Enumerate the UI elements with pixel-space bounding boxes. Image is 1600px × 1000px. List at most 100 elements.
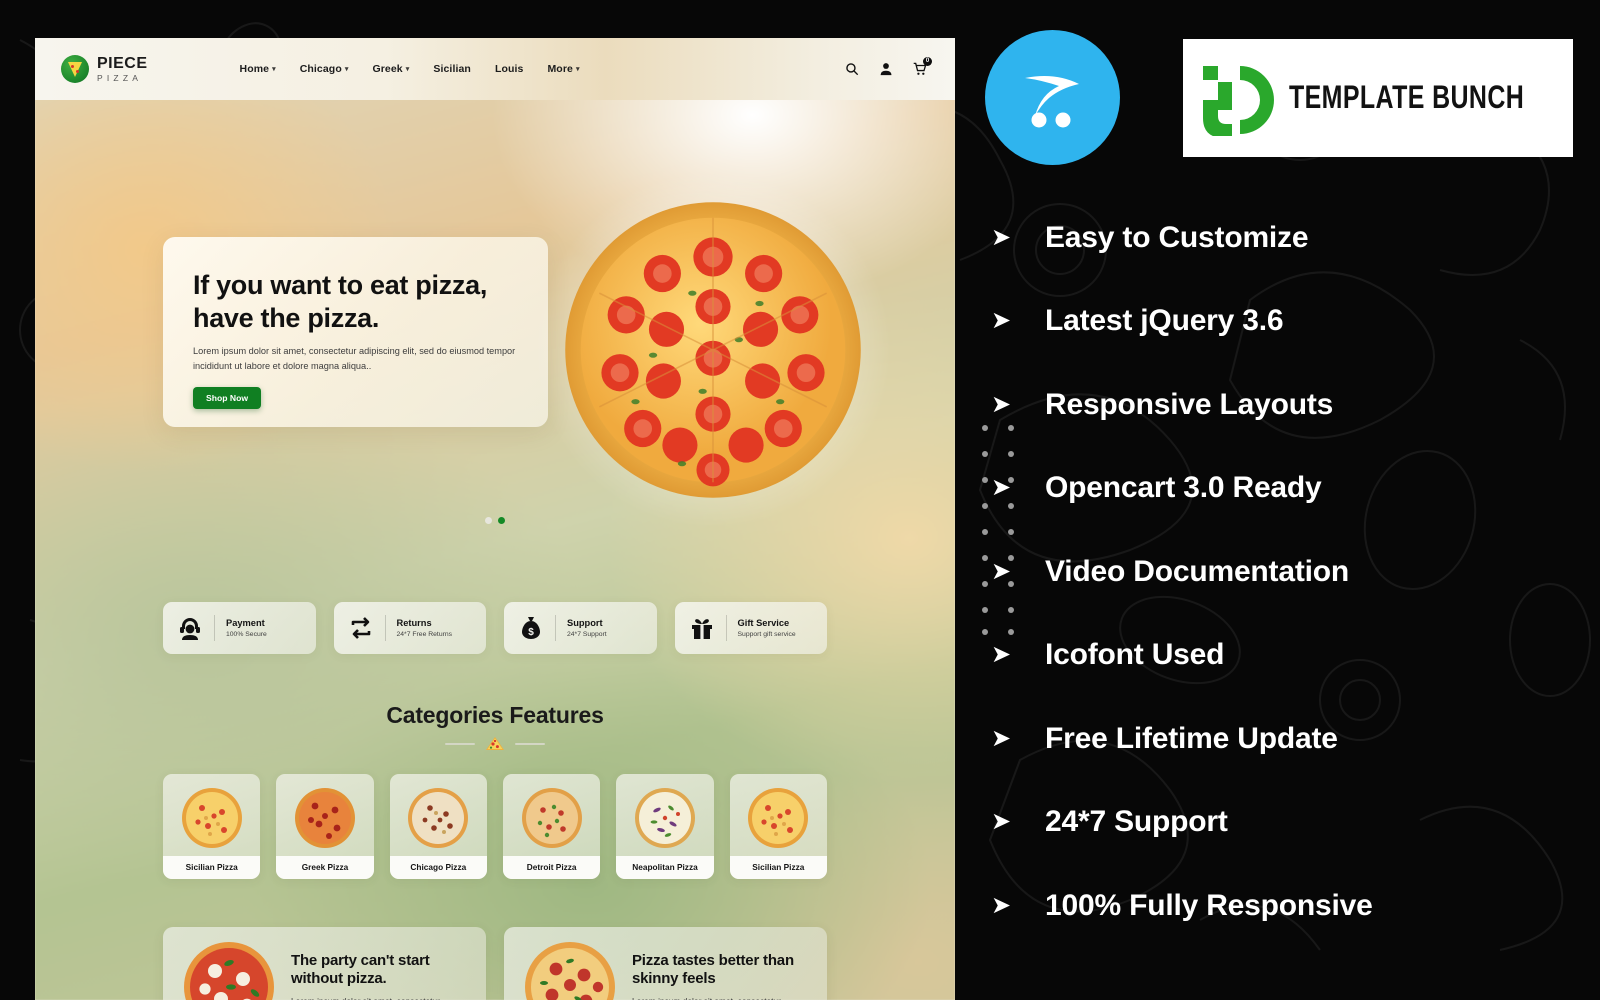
nav-item-home[interactable]: Home ▾ xyxy=(240,63,276,75)
feature-label: 100% Fully Responsive xyxy=(1045,888,1373,922)
arrow-right-triangle-icon: ➤ xyxy=(991,223,1012,251)
carousel-dot-active[interactable] xyxy=(498,517,505,524)
arrow-right-triangle-icon: ➤ xyxy=(991,641,1012,669)
service-subtitle: 24*7 Free Returns xyxy=(396,631,453,638)
carousel-dots xyxy=(35,517,955,524)
arrow-right-triangle-icon: ➤ xyxy=(991,557,1012,585)
hero-pizza-image xyxy=(528,165,898,535)
headset-support-icon xyxy=(177,615,203,641)
arrow-right-triangle-icon: ➤ xyxy=(991,891,1012,919)
promo-panel: TEMPLATE BUNCH ➤ Easy to Customize ➤ Lat… xyxy=(955,0,1600,1000)
category-card[interactable]: Neapolitan Pizza xyxy=(616,774,714,879)
service-card-returns: Returns 24*7 Free Returns xyxy=(333,602,486,654)
cart-icon[interactable]: 0 xyxy=(913,57,932,76)
category-image xyxy=(616,774,713,856)
nav-item-more[interactable]: More ▾ xyxy=(547,63,579,75)
user-icon[interactable] xyxy=(879,62,893,76)
category-label: Detroit Pizza xyxy=(502,856,601,879)
banner-subtitle: Lorem ipsum dolor sit amet, consectetur … xyxy=(632,995,809,1000)
chevron-down-icon: ▾ xyxy=(272,65,276,73)
feature-item: ➤ Opencart 3.0 Ready xyxy=(991,447,1580,531)
category-image xyxy=(503,774,600,856)
feature-label: Video Documentation xyxy=(1045,554,1350,588)
website-preview: PIECE PIZZA Home ▾ Chicago ▾ Greek ▾ Sic… xyxy=(35,38,955,1000)
feature-list: ➤ Easy to Customize ➤ Latest jQuery 3.6 … xyxy=(991,196,1580,948)
categories-section: Categories Features Sicilian Pizza Greek… xyxy=(35,702,955,879)
category-image xyxy=(276,774,373,856)
nav-label: Louis xyxy=(494,63,524,75)
feature-item: ➤ Video Documentation xyxy=(991,530,1580,614)
service-title: Support xyxy=(567,618,603,628)
category-card[interactable]: Detroit Pizza xyxy=(502,774,601,879)
nav-item-chicago[interactable]: Chicago ▾ xyxy=(300,63,349,75)
header-tools: 0 xyxy=(845,57,932,76)
svg-text:$: $ xyxy=(528,627,534,638)
arrow-right-triangle-icon: ➤ xyxy=(991,474,1012,502)
feature-item: ➤ Free Lifetime Update xyxy=(991,697,1580,781)
feature-item: ➤ 100% Fully Responsive xyxy=(991,864,1580,948)
pizza-slice-icon xyxy=(61,55,89,83)
hero-section: If you want to eat pizza, have the pizza… xyxy=(35,100,955,545)
promo-banners-row: The party can't start without pizza. Lor… xyxy=(35,927,955,1000)
template-bunch-logo-box: TEMPLATE BUNCH xyxy=(1183,38,1573,157)
nav-label: More xyxy=(547,63,573,75)
service-card-payment: Payment 100% Secure xyxy=(163,602,316,654)
logo-primary-text: PIECE xyxy=(97,54,148,72)
category-image xyxy=(730,774,827,856)
template-bunch-name: TEMPLATE BUNCH xyxy=(1289,79,1525,115)
promo-banner[interactable]: Pizza tastes better than skinny feels Lo… xyxy=(504,927,827,1000)
template-bunch-mark-icon xyxy=(1203,65,1274,136)
shop-now-button[interactable]: Shop Now xyxy=(193,387,262,410)
search-icon[interactable] xyxy=(845,62,859,76)
arrow-right-triangle-icon: ➤ xyxy=(991,808,1012,836)
feature-label: Icofont Used xyxy=(1045,638,1225,672)
nav-item-greek[interactable]: Greek ▾ xyxy=(372,63,409,75)
category-label: Sicilian Pizza xyxy=(163,856,261,879)
feature-item: ➤ 24*7 Support xyxy=(991,781,1580,865)
service-title: Returns xyxy=(396,618,432,628)
section-divider xyxy=(35,736,955,752)
carousel-dot[interactable] xyxy=(485,517,492,524)
banner-pizza-image xyxy=(525,942,615,1000)
promo-banner[interactable]: The party can't start without pizza. Lor… xyxy=(163,927,486,1000)
category-label: Sicilian Pizza xyxy=(729,856,827,879)
nav-label: Home xyxy=(239,63,270,75)
site-logo[interactable]: PIECE PIZZA xyxy=(61,55,148,83)
feature-item: ➤ Icofont Used xyxy=(991,614,1580,698)
service-title: Payment xyxy=(226,618,265,628)
hero-title: If you want to eat pizza, have the pizza… xyxy=(193,270,488,333)
logo-secondary-text: PIZZA xyxy=(97,72,143,83)
banner-subtitle: Lorem ipsum dolor sit amet, consectetur … xyxy=(291,995,468,1000)
category-image xyxy=(163,774,260,856)
category-card[interactable]: Chicago Pizza xyxy=(389,774,487,879)
site-header: PIECE PIZZA Home ▾ Chicago ▾ Greek ▾ Sic… xyxy=(35,38,955,100)
service-title: Gift Service xyxy=(737,618,790,628)
feature-label: Opencart 3.0 Ready xyxy=(1045,471,1322,505)
arrow-right-triangle-icon: ➤ xyxy=(991,390,1012,418)
feature-item: ➤ Responsive Layouts xyxy=(991,363,1580,447)
feature-label: Easy to Customize xyxy=(1045,220,1309,254)
category-card[interactable]: Sicilian Pizza xyxy=(729,774,827,879)
banner-title: The party can't start without pizza. xyxy=(291,951,430,988)
categories-heading: Categories Features xyxy=(386,702,604,728)
hero-card: If you want to eat pizza, have the pizza… xyxy=(163,237,548,427)
chevron-down-icon: ▾ xyxy=(405,65,410,73)
service-subtitle: 100% Secure xyxy=(226,631,267,638)
category-card[interactable]: Greek Pizza xyxy=(276,774,374,879)
feature-label: 24*7 Support xyxy=(1045,805,1228,839)
category-card[interactable]: Sicilian Pizza xyxy=(163,774,261,879)
arrow-right-triangle-icon: ➤ xyxy=(991,307,1012,335)
category-label: Chicago Pizza xyxy=(389,856,487,879)
main-navigation: Home ▾ Chicago ▾ Greek ▾ Sicilian Louis … xyxy=(240,63,580,75)
opencart-logo xyxy=(985,30,1120,165)
gift-box-icon xyxy=(689,615,715,641)
nav-item-louis[interactable]: Louis xyxy=(495,63,524,75)
feature-label: Free Lifetime Update xyxy=(1045,721,1338,755)
service-card-support: $ Support 24*7 Support xyxy=(504,602,657,654)
arrow-right-triangle-icon: ➤ xyxy=(991,724,1012,752)
nav-item-sicilian[interactable]: Sicilian xyxy=(433,63,471,75)
chevron-down-icon: ▾ xyxy=(575,65,580,73)
category-image xyxy=(390,774,487,856)
brand-row: TEMPLATE BUNCH xyxy=(985,30,1573,165)
nav-label: Sicilian xyxy=(433,63,471,75)
